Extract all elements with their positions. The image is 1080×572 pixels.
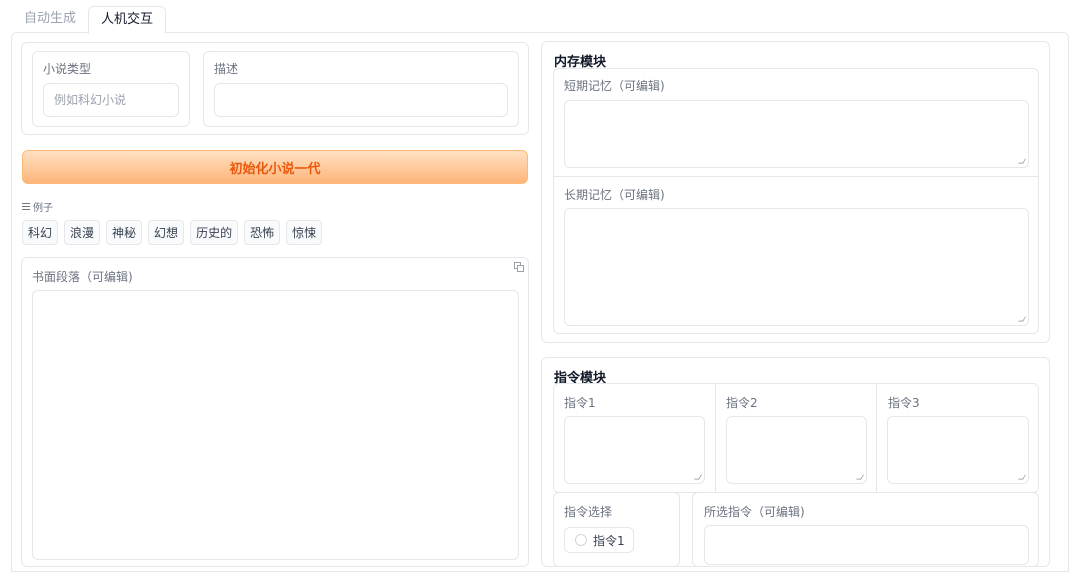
examples-header: 例子 xyxy=(22,199,53,214)
description-input[interactable] xyxy=(214,83,508,117)
examples-label: 例子 xyxy=(33,203,53,214)
instruction-radio-option[interactable]: 指令1 xyxy=(564,527,634,553)
novel-type-input[interactable] xyxy=(43,83,179,117)
long-term-memory-textarea[interactable] xyxy=(564,208,1029,326)
example-chip[interactable]: 惊悚 xyxy=(286,220,323,245)
memory-divider xyxy=(554,176,1038,177)
instruction-divider xyxy=(876,384,877,492)
instruction-1-label: 指令1 xyxy=(564,396,596,410)
instruction-select-label: 指令选择 xyxy=(564,505,613,519)
written-paragraph-label: 书面段落（可编辑) xyxy=(32,270,133,284)
selected-instruction-label: 所选指令（可编辑) xyxy=(704,505,805,519)
list-icon xyxy=(22,203,30,210)
instruction-divider xyxy=(715,384,716,492)
example-chip[interactable]: 神秘 xyxy=(106,220,143,245)
instruction-1-textarea[interactable] xyxy=(564,416,705,484)
example-chip[interactable]: 科幻 xyxy=(22,220,59,245)
tab-auto-generate[interactable]: 自动生成 xyxy=(12,6,88,34)
init-novel-button[interactable]: 初始化小说一代 xyxy=(22,150,528,184)
instruction-2-textarea[interactable] xyxy=(726,416,867,484)
examples-list: 科幻 浪漫 神秘 幻想 历史的 恐怖 惊悚 xyxy=(22,220,323,245)
radio-option-label: 指令1 xyxy=(593,533,625,548)
long-term-memory-label: 长期记忆（可编辑) xyxy=(564,188,665,202)
instruction-2-label: 指令2 xyxy=(726,396,758,410)
example-chip[interactable]: 幻想 xyxy=(148,220,185,245)
copy-icon[interactable] xyxy=(514,262,524,272)
short-term-memory-textarea[interactable] xyxy=(564,100,1029,168)
example-chip[interactable]: 历史的 xyxy=(190,220,239,245)
tab-human-interaction[interactable]: 人机交互 xyxy=(88,6,167,34)
written-paragraph-textarea[interactable] xyxy=(32,290,519,560)
instruction-3-label: 指令3 xyxy=(888,396,920,410)
selected-instruction-textarea[interactable] xyxy=(704,525,1029,565)
example-chip[interactable]: 恐怖 xyxy=(244,220,281,245)
radio-button-icon[interactable] xyxy=(575,534,587,546)
example-chip[interactable]: 浪漫 xyxy=(64,220,101,245)
tab-bar: 自动生成 人机交互 xyxy=(12,6,167,34)
description-label: 描述 xyxy=(214,62,239,76)
novel-type-label: 小说类型 xyxy=(43,62,92,76)
short-term-memory-label: 短期记忆（可编辑) xyxy=(564,79,665,93)
instruction-3-textarea[interactable] xyxy=(887,416,1029,484)
